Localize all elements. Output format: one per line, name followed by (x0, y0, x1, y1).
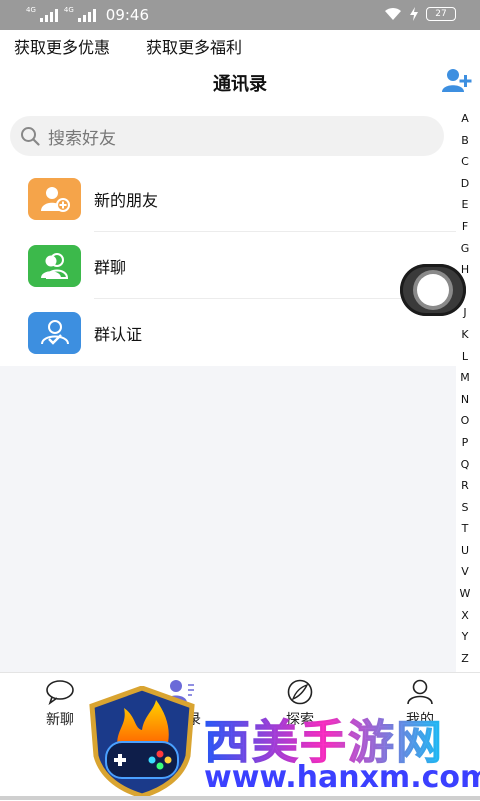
group-verify-label: 群认证 (94, 324, 143, 344)
tab-chat-label: 新聊 (46, 712, 74, 728)
search-placeholder: 搜索好友 (48, 128, 116, 149)
index-letter-o[interactable]: O (461, 410, 470, 432)
watermark-url: www.hanxm.com (204, 760, 480, 795)
index-letter-x[interactable]: X (461, 605, 469, 627)
wifi-icon (385, 7, 401, 20)
page-title: 通讯录 (213, 74, 267, 95)
clock: 09:46 (105, 6, 150, 24)
search-icon (21, 127, 40, 146)
group-verify-row[interactable]: 群认证 (0, 299, 456, 366)
alphabet-index[interactable]: ABCDEFGHIJKLMNOPQRSTUVWXYZ (458, 108, 472, 669)
assistive-touch-icon (417, 274, 449, 306)
new-friends-row[interactable]: 新的朋友 (0, 165, 456, 232)
index-letter-u[interactable]: U (461, 540, 469, 562)
add-user-icon[interactable] (442, 68, 472, 94)
index-letter-b[interactable]: B (461, 130, 469, 152)
promo-link-benefits[interactable]: 获取更多福利 (146, 34, 242, 58)
empty-contact-area (0, 366, 456, 672)
new-friends-label: 新的朋友 (94, 190, 159, 210)
index-letter-q[interactable]: Q (461, 454, 470, 476)
index-letter-j[interactable]: J (463, 302, 466, 324)
group-chat-label: 群聊 (94, 257, 127, 277)
bottom-edge (0, 796, 480, 800)
signal-icon: 4G (26, 6, 58, 22)
index-letter-f[interactable]: F (462, 216, 468, 238)
group-chat-row[interactable]: 群聊 (0, 232, 456, 299)
index-letter-r[interactable]: R (461, 475, 469, 497)
index-letter-g[interactable]: G (461, 238, 470, 260)
charging-icon (410, 7, 418, 21)
chat-bubble-icon (46, 680, 74, 705)
index-letter-t[interactable]: T (462, 518, 469, 540)
search-bar[interactable]: 搜索好友 (10, 116, 444, 156)
battery-indicator: 27 (426, 7, 456, 21)
new-friend-icon (28, 177, 81, 220)
index-letter-a[interactable]: A (461, 108, 469, 130)
index-letter-v[interactable]: V (461, 561, 469, 583)
index-letter-k[interactable]: K (461, 324, 468, 346)
index-letter-z[interactable]: Z (461, 648, 469, 670)
signal-icon-2: 4G (64, 6, 96, 22)
contact-menu: 新的朋友 群聊 群认证 (0, 165, 456, 366)
compass-icon (287, 679, 313, 705)
assistive-touch-button[interactable] (400, 264, 466, 316)
index-letter-n[interactable]: N (461, 389, 469, 411)
person-icon (407, 679, 433, 705)
gamepad-shield-logo (89, 686, 195, 798)
index-letter-e[interactable]: E (462, 194, 469, 216)
index-letter-p[interactable]: P (462, 432, 469, 454)
group-verify-icon (28, 311, 81, 354)
index-letter-y[interactable]: Y (462, 626, 469, 648)
group-chat-icon (28, 244, 81, 287)
index-letter-m[interactable]: M (460, 367, 470, 389)
promo-link-discounts[interactable]: 获取更多优惠 (14, 34, 110, 58)
header: 通讯录 (0, 62, 480, 106)
status-bar: 4G 4G 09:46 27 (0, 0, 480, 30)
index-letter-c[interactable]: C (461, 151, 469, 173)
index-letter-s[interactable]: S (462, 497, 469, 519)
promo-strip: 获取更多优惠 获取更多福利 (0, 30, 480, 62)
index-letter-l[interactable]: L (462, 346, 468, 368)
index-letter-w[interactable]: W (460, 583, 471, 605)
index-letter-d[interactable]: D (461, 173, 469, 195)
